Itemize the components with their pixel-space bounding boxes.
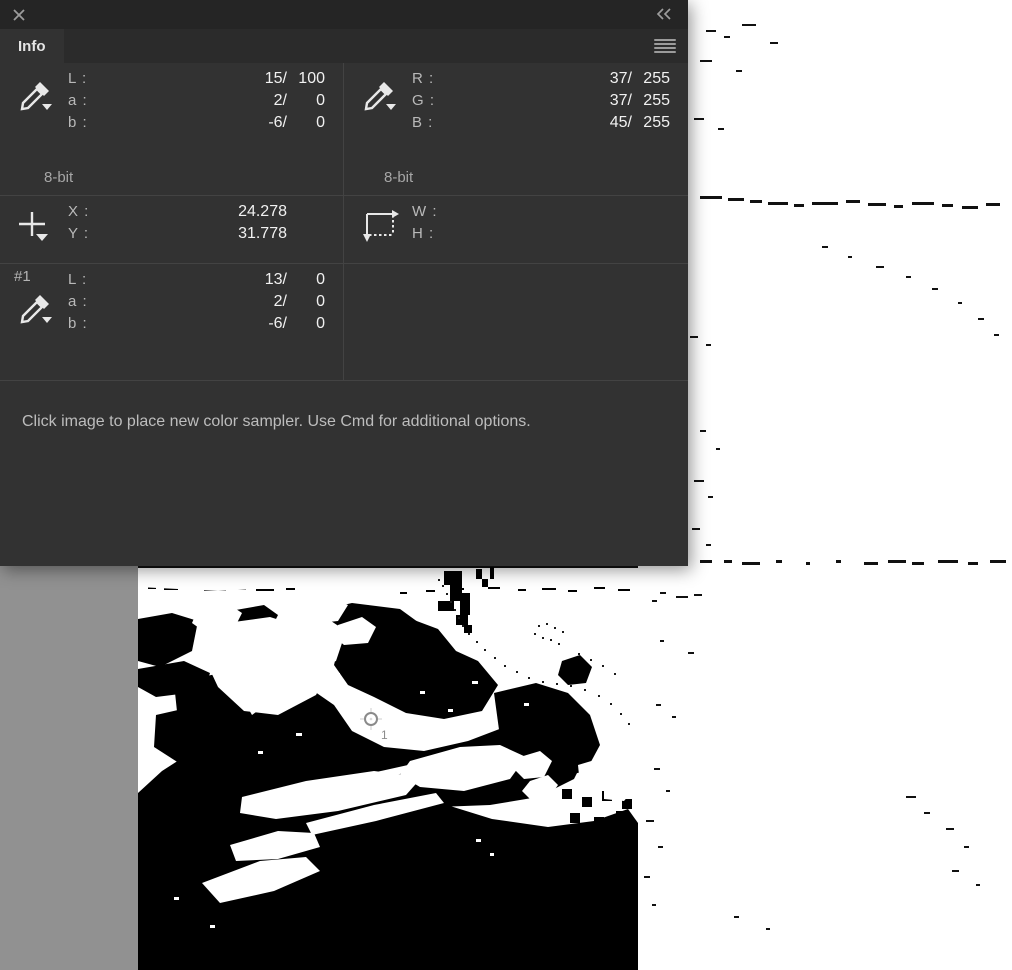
rgb-r-after: 255 <box>643 70 670 87</box>
readout-cell-rgb[interactable]: R : G : B : 37/ 255 37/ 255 45/ 255 8-bi… <box>344 63 688 195</box>
close-icon[interactable] <box>11 7 27 23</box>
lab-a-after: 0 <box>316 92 325 109</box>
lab-bit-depth: 8-bit <box>44 169 74 186</box>
readout-row-geometry: X : Y : 24.278 31.778 W: H: <box>0 196 688 264</box>
sampler-1-values: 13/ 0 2/ 0 -6/ 0 <box>0 269 343 335</box>
lab-b-after: 0 <box>316 114 325 131</box>
hamburger-menu-icon[interactable] <box>654 38 676 54</box>
document-image[interactable] <box>138 565 638 970</box>
panel-titlebar <box>0 0 688 29</box>
rgb-b-after: 255 <box>643 114 670 131</box>
rgb-values: 37/ 255 37/ 255 45/ 255 <box>344 68 688 134</box>
rgb-g-after: 255 <box>643 92 670 109</box>
position-x-value: 24.278 <box>238 203 287 220</box>
readout-cell-empty <box>344 264 688 380</box>
lab-l-after: 100 <box>298 70 325 87</box>
sampler-1-l-after: 0 <box>316 271 325 288</box>
readout-cell-sampler-1[interactable]: #1 L : a : b : 13/ 0 2/ 0 -6/ 0 <box>0 264 344 380</box>
lab-values: 15/ 100 2/ 0 -6/ 0 <box>0 68 343 134</box>
tab-info[interactable]: Info <box>0 29 64 63</box>
readout-cell-dimensions[interactable]: W : H : <box>344 196 688 263</box>
canvas-gray-area <box>0 565 138 970</box>
position-y-value: 31.778 <box>238 225 287 242</box>
tab-info-label: Info <box>18 37 46 55</box>
sampler-1-a-after: 0 <box>316 293 325 310</box>
panel-hint-text: Click image to place new color sampler. … <box>22 413 531 430</box>
panel-tabstrip: Info <box>0 29 688 63</box>
readout-cell-position[interactable]: X : Y : 24.278 31.778 <box>0 196 344 263</box>
readout-cell-lab[interactable]: L : a : b : 15/ 100 2/ 0 -6/ 0 8-bit <box>0 63 344 195</box>
readout-row-sampler: #1 L : a : b : 13/ 0 2/ 0 -6/ 0 <box>0 264 688 381</box>
rgb-bit-depth: 8-bit <box>384 169 414 186</box>
double-chevron-left-icon[interactable] <box>655 6 675 22</box>
position-values: 24.278 31.778 <box>0 201 343 245</box>
info-panel: Info L : a : b : 15/ 100 2/ 0 -6/ 0 8-bi… <box>0 0 688 566</box>
dimensions-values <box>344 201 688 245</box>
readout-row-color: L : a : b : 15/ 100 2/ 0 -6/ 0 8-bit R:… <box>0 63 688 196</box>
readout-area: L : a : b : 15/ 100 2/ 0 -6/ 0 8-bit R:… <box>0 63 688 381</box>
sampler-1-b-after: 0 <box>316 315 325 332</box>
